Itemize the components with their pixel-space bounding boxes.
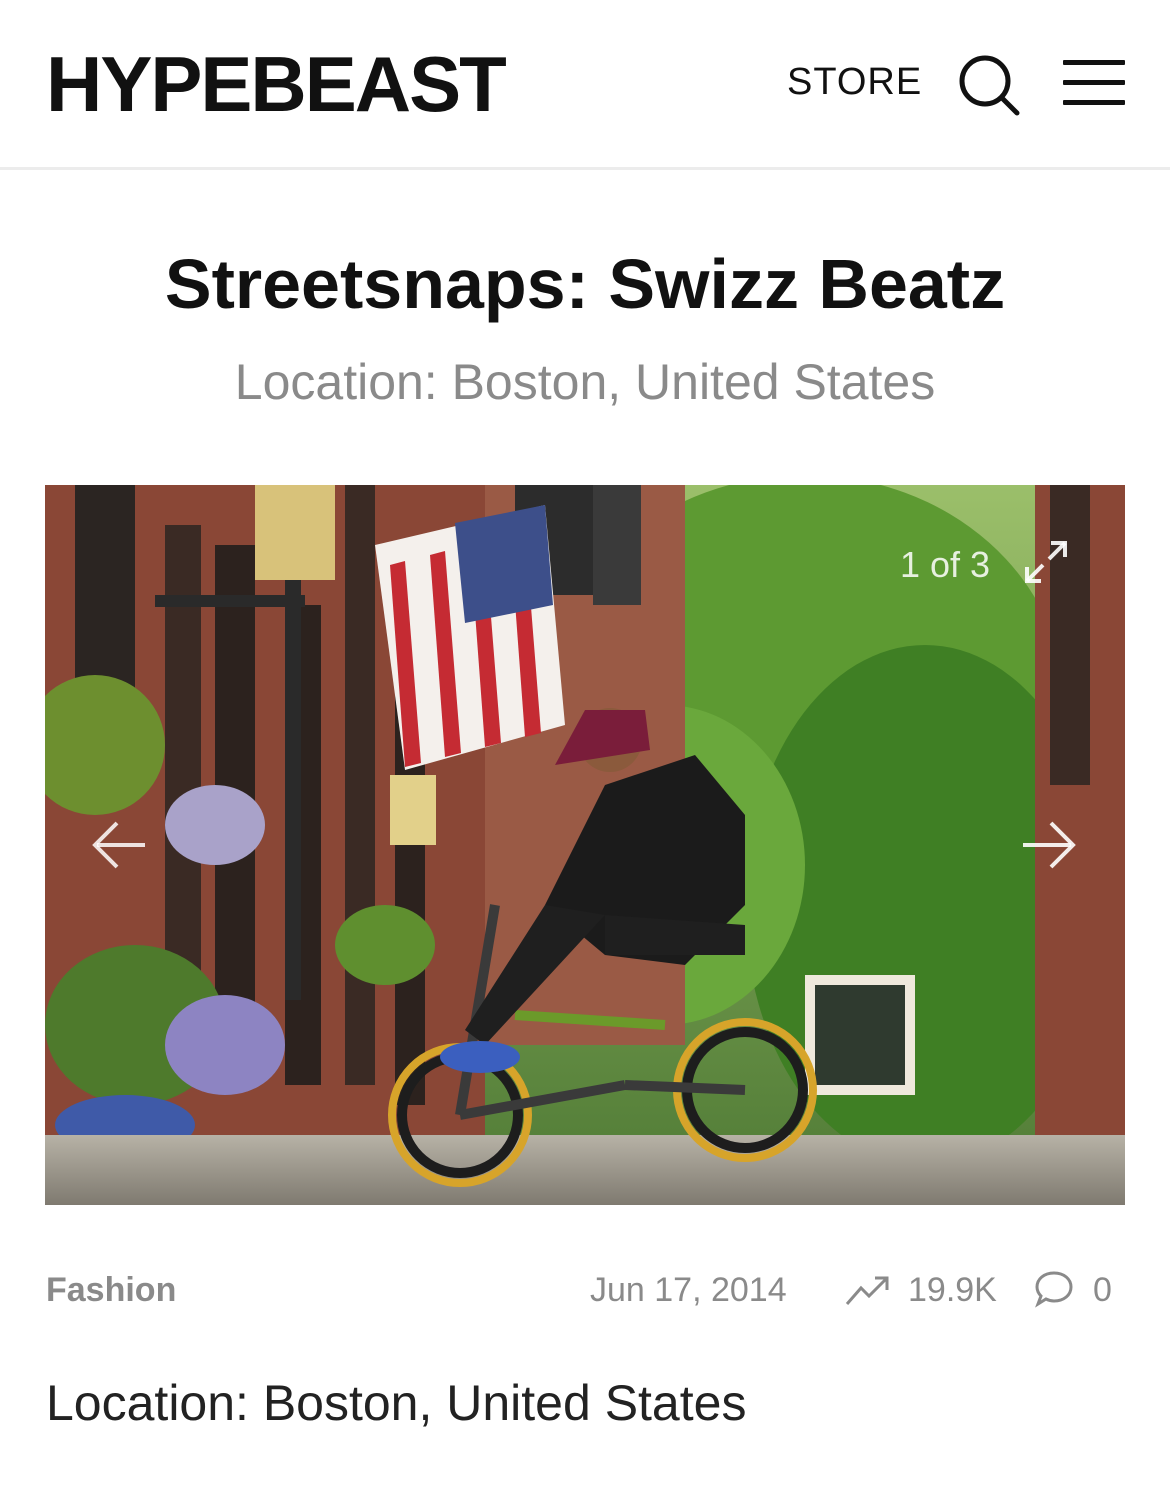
store-link[interactable]: STORE xyxy=(787,62,922,102)
article-subtitle: Location: Boston, United States xyxy=(234,354,936,410)
publish-date: Jun 17, 2014 xyxy=(590,1271,787,1309)
photo-gallery[interactable]: 1 of 3 xyxy=(45,485,1125,1205)
site-header: HYPEBEAST STORE xyxy=(0,0,1170,170)
expand-icon[interactable] xyxy=(1023,539,1069,585)
comment-count[interactable]: 0 xyxy=(1093,1270,1112,1310)
article-title: Streetsnaps: Swizz Beatz xyxy=(164,245,1006,323)
arrow-left-icon[interactable] xyxy=(89,815,149,875)
category-link[interactable]: Fashion xyxy=(46,1270,176,1310)
hamburger-menu-icon[interactable] xyxy=(1063,60,1125,106)
gallery-counter: 1 of 3 xyxy=(900,544,991,585)
search-icon[interactable] xyxy=(956,52,1020,116)
article-body-text: Location: Boston, United States xyxy=(46,1375,747,1431)
site-logo[interactable]: HYPEBEAST xyxy=(46,42,507,126)
comment-icon[interactable] xyxy=(1034,1270,1074,1308)
arrow-right-icon[interactable] xyxy=(1019,815,1079,875)
trending-icon xyxy=(845,1272,891,1308)
view-count: 19.9K xyxy=(908,1271,997,1309)
gallery-photo xyxy=(45,485,1125,1205)
